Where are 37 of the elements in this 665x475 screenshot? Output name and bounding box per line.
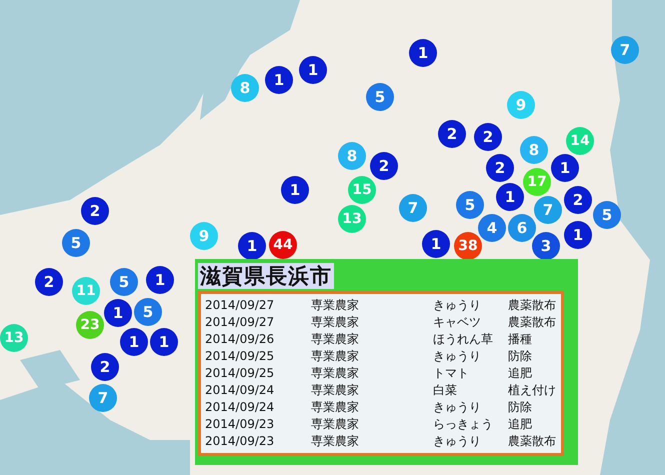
popup-title: 滋賀県長浜市	[198, 263, 334, 289]
table-cell-text: 2014/09/23	[205, 416, 276, 433]
table-cell-text: 2014/09/24	[205, 399, 276, 416]
table-cell-text: キャベツ	[433, 314, 482, 331]
table-cell-text: 専業農家	[311, 331, 360, 348]
table-cell-text: 2014/09/26	[205, 331, 276, 348]
table-cell-text: 2014/09/25	[205, 348, 276, 365]
table-cell-text: 専業農家	[311, 365, 360, 382]
table-cell-text: 防除	[508, 348, 533, 365]
table-cell: 農薬散布	[508, 433, 557, 450]
table-cell-text: 専業農家	[311, 297, 360, 314]
table-cell-text: きゅうり	[433, 433, 482, 450]
table-cell-text: 専業農家	[311, 433, 360, 450]
table-cell-text: らっきょう	[433, 416, 494, 433]
table-cell-text: 専業農家	[311, 416, 360, 433]
table-cell-text: 専業農家	[311, 399, 360, 416]
table-cell-text: きゅうり	[433, 399, 482, 416]
table-cell-text: 播種	[508, 331, 533, 348]
table-cell-text: 専業農家	[311, 314, 360, 331]
table-cell-text: 防除	[508, 399, 533, 416]
table-cell-text: 2014/09/24	[205, 382, 276, 399]
table-cell-text: きゅうり	[433, 348, 482, 365]
table-cell-text: 2014/09/27	[205, 314, 276, 331]
table-cell-text: 追肥	[508, 416, 533, 433]
table-cell: 農薬散布	[508, 297, 557, 314]
table-cell-text: 2014/09/27	[205, 297, 276, 314]
table-cell-text: ほうれん草	[433, 331, 494, 348]
table-cell: 植え付け	[508, 382, 557, 399]
table-cell-text: 2014/09/23	[205, 433, 276, 450]
table-cell-text: 専業農家	[311, 382, 360, 399]
table-cell-text: 追肥	[508, 365, 533, 382]
table-cell-text: 白菜	[433, 382, 458, 399]
table-cell-text: きゅうり	[433, 297, 482, 314]
table-cell-text: 2014/09/25	[205, 365, 276, 382]
table-cell-text: 専業農家	[311, 348, 360, 365]
table-cell: 農薬散布	[508, 314, 557, 331]
table-cell-text: トマト	[433, 365, 470, 382]
